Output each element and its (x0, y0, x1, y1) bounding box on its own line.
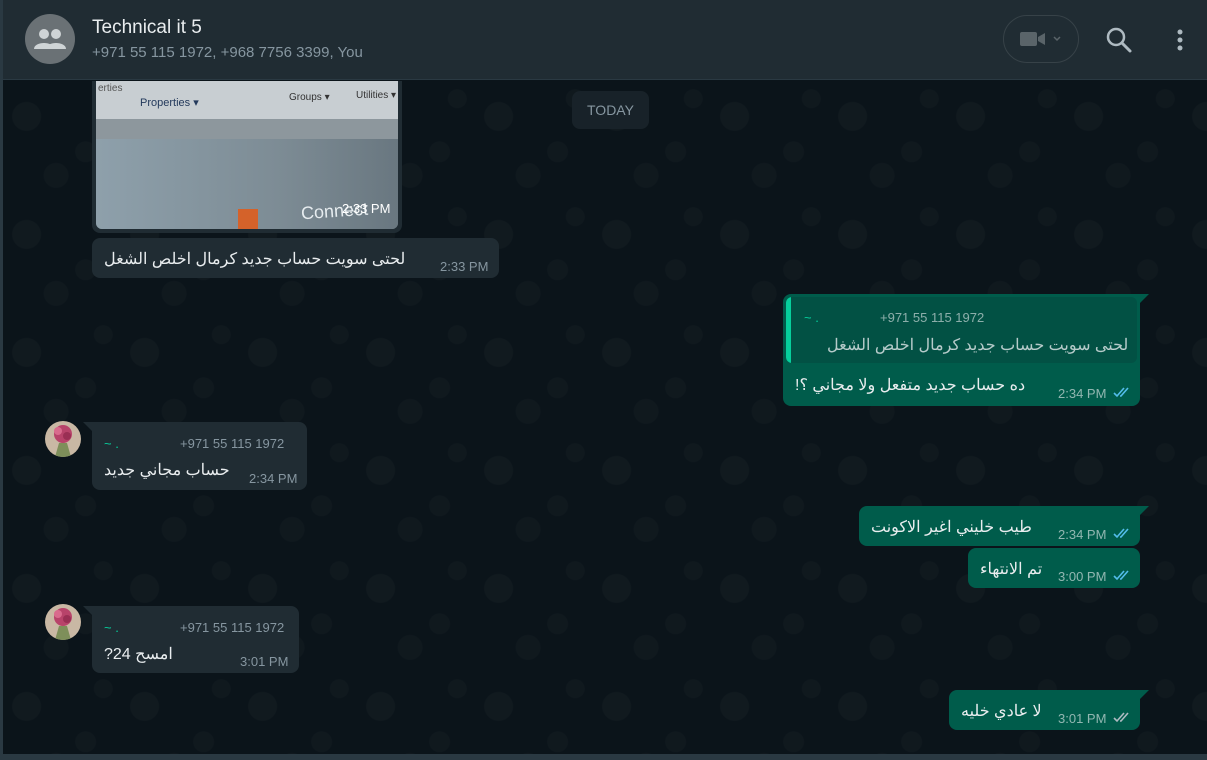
date-divider: TODAY (572, 91, 649, 129)
image-message[interactable]: erties Properties ▾ Groups ▾ Utilities ▾… (92, 81, 402, 233)
search-button[interactable] (1103, 24, 1135, 56)
image-text: erties (98, 83, 123, 94)
message-time: 2:34 PM (249, 471, 298, 486)
sender-name: ~ . (104, 620, 119, 635)
quoted-message[interactable]: ~ . +971 55 115 1972 لحتى سويت حساب جديد… (786, 297, 1137, 363)
sender-avatar[interactable] (45, 421, 81, 457)
outgoing-message[interactable]: طيب خليني اغير الاكونت 2:34 PM (859, 506, 1140, 546)
chat-participants[interactable]: +971 55 115 1972, +968 7756 3399, You (92, 44, 363, 61)
quoted-sender-name: ~ . (804, 310, 819, 325)
image-text: Utilities ▾ (356, 90, 397, 101)
incoming-message[interactable]: ~ . +971 55 115 1972 حساب مجاني جديد 2:3… (92, 422, 307, 490)
group-avatar-icon[interactable] (25, 14, 75, 64)
message-time: 2:33 PM (440, 259, 489, 274)
bubble-tail (83, 422, 92, 431)
message-time: 3:01 PM (240, 654, 289, 669)
outgoing-message[interactable]: تم الانتهاء 3:00 PM (968, 548, 1140, 588)
read-ticks-icon (1113, 712, 1129, 723)
composer-edge (3, 754, 1207, 760)
message-text: حساب مجاني جديد (104, 462, 230, 479)
message-text: لا عادي خليه (961, 703, 1042, 720)
message-text: تم الانتهاء (980, 561, 1043, 578)
menu-button[interactable] (1167, 24, 1193, 56)
bubble-tail (1140, 690, 1149, 699)
chevron-down-icon (1053, 36, 1061, 42)
message-text: لحتى سويت حساب جديد كرمال اخلص الشغل (104, 251, 406, 268)
image-text: Groups ▾ (289, 92, 330, 103)
sender-avatar[interactable] (45, 604, 81, 640)
bubble-tail (1140, 294, 1149, 303)
outgoing-message[interactable]: لا عادي خليه 3:01 PM (949, 690, 1140, 730)
menu-icon (1177, 29, 1183, 51)
chat-header[interactable]: Technical it 5 +971 55 115 1972, +968 77… (3, 0, 1207, 80)
read-ticks-icon (1113, 570, 1129, 581)
outgoing-message[interactable]: ~ . +971 55 115 1972 لحتى سويت حساب جديد… (783, 294, 1140, 406)
video-call-icon (1020, 32, 1045, 46)
quoted-text: لحتى سويت حساب جديد كرمال اخلص الشغل (827, 337, 1129, 354)
search-icon (1106, 27, 1132, 53)
chat-title[interactable]: Technical it 5 (92, 17, 202, 39)
message-time: 2:34 PM (1058, 527, 1107, 542)
image-text: Properties ▾ (140, 97, 199, 109)
incoming-message[interactable]: ~ . +971 55 115 1972 امسح 24? 3:01 PM (92, 606, 299, 673)
whatsapp-chat-window: Technical it 5 +971 55 115 1972, +968 77… (0, 0, 1207, 760)
message-text: ده حساب جديد متفعل ولا مجاني ؟! (795, 377, 1026, 394)
read-ticks-icon (1113, 387, 1129, 398)
message-time: 3:00 PM (1058, 569, 1107, 584)
sender-phone: +971 55 115 1972 (180, 620, 285, 635)
message-text: طيب خليني اغير الاكونت (871, 519, 1032, 536)
bubble-tail (1140, 506, 1149, 515)
incoming-message[interactable]: لحتى سويت حساب جديد كرمال اخلص الشغل 2:3… (92, 238, 499, 278)
message-time: 3:01 PM (1058, 711, 1107, 726)
quoted-sender-phone: +971 55 115 1972 (880, 310, 985, 325)
sender-phone: +971 55 115 1972 (180, 436, 285, 451)
message-list[interactable]: erties Properties ▾ Groups ▾ Utilities ▾… (3, 81, 1207, 754)
read-ticks-icon (1113, 528, 1129, 539)
message-text: امسح 24? (104, 646, 173, 663)
message-time: 2:34 PM (1058, 386, 1107, 401)
message-time: 2:33 PM (342, 201, 391, 216)
bubble-tail (83, 606, 92, 615)
video-call-button[interactable] (1003, 15, 1079, 63)
sender-name: ~ . (104, 436, 119, 451)
